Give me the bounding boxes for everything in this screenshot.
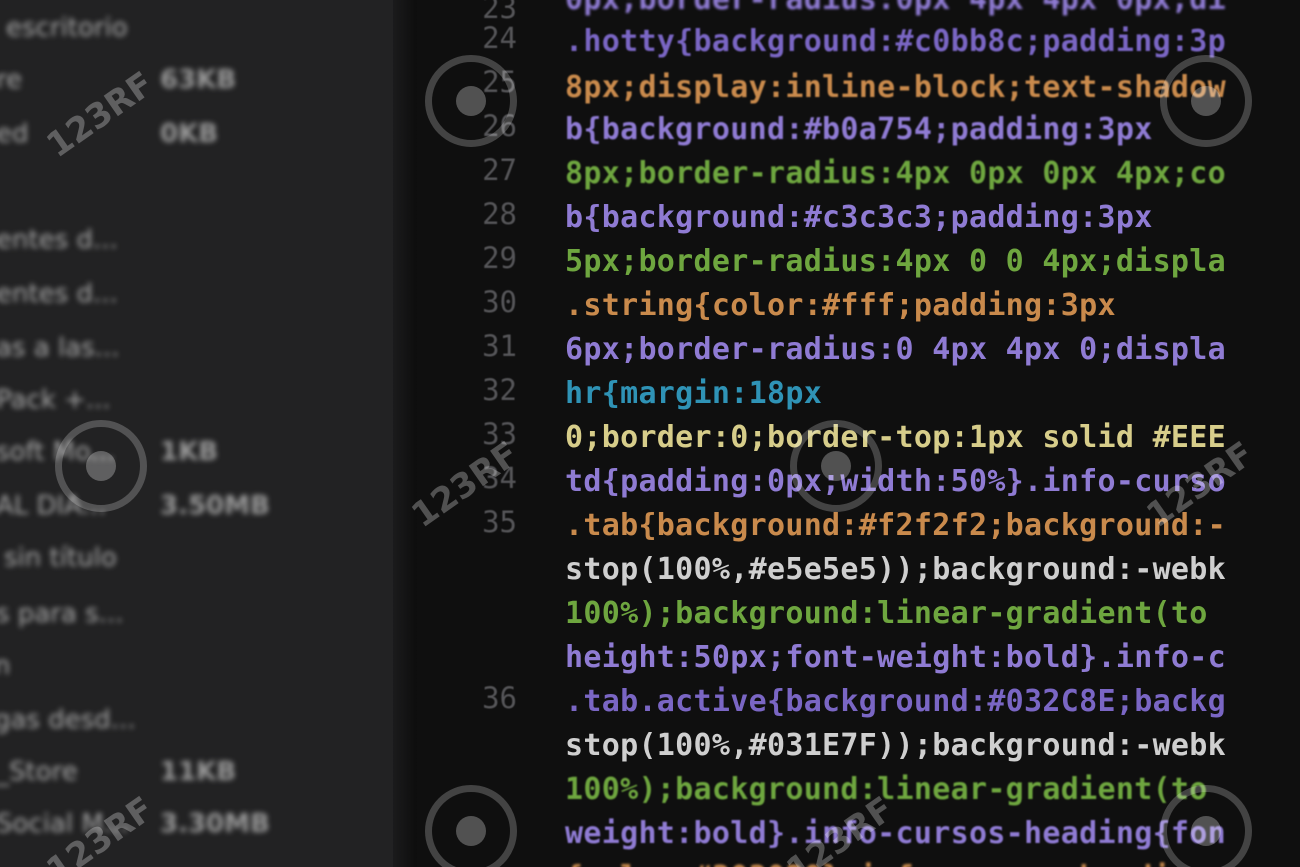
code-line: 6px;border-radius:0 4px 4px 0;displa	[565, 332, 1227, 367]
file-row[interactable]: sin título	[0, 538, 395, 578]
line-number: 24	[482, 21, 517, 55]
file-name: entes d...	[0, 279, 118, 309]
file-name: gas desd...	[0, 705, 136, 735]
file-size: 1KB	[160, 437, 219, 467]
code-line: 8px;display:inline-block;text-shadow	[565, 70, 1227, 105]
file-row[interactable]: gas desd...	[0, 700, 395, 740]
file-name: s para s...	[0, 599, 124, 629]
line-number: 29	[482, 241, 517, 275]
code-line: weight:bold}.info-cursos-heading{fon	[565, 816, 1227, 851]
file-size: 11KB	[160, 757, 237, 787]
file-row[interactable]: re 63KB	[0, 60, 395, 100]
code-line: 100%);background:linear-gradient(to	[565, 772, 1208, 807]
line-number: 31	[482, 329, 517, 363]
file-name: as a las...	[0, 333, 120, 363]
file-size: 3.50MB	[160, 491, 270, 521]
line-number: 28	[482, 197, 517, 231]
file-row[interactable]: entes d...	[0, 220, 395, 260]
code-line: b{background:#b0a754;padding:3px	[565, 112, 1153, 147]
file-name: sin título	[4, 543, 117, 573]
file-row[interactable]: as a las...	[0, 328, 395, 368]
code-line: 100%);background:linear-gradient(to	[565, 596, 1208, 631]
code-line: b{background:#c3c3c3;padding:3px	[565, 200, 1153, 235]
code-line: .tab.active{background:#032C8E;backg	[565, 684, 1227, 719]
code-line: 5px;border-radius:4px 0 0 4px;displa	[565, 244, 1227, 279]
file-sidebar: escritorio re 63KB ed 0KB entes d... ent…	[0, 0, 395, 867]
code-line: 0px;border-radius:0px 4px 4px 0px;di	[565, 0, 1226, 22]
line-number: 32	[482, 373, 517, 407]
file-name: soft Mo...	[0, 437, 116, 467]
line-number: 33	[482, 417, 517, 451]
code-line: .hotty{background:#c0bb8c;padding:3p	[565, 24, 1227, 59]
line-number: 27	[482, 153, 517, 187]
line-number: 36	[482, 681, 517, 715]
file-row[interactable]: AL DIA... 3.50MB	[0, 486, 395, 526]
code-line: height:50px;font-weight:bold}.info-c	[565, 640, 1227, 675]
file-name: AL DIA...	[0, 491, 107, 521]
code-line: 0;border:0;border-top:1px solid #EEE	[565, 420, 1227, 455]
file-row[interactable]: soft Mo... 1KB	[0, 432, 395, 472]
code-line: hr{margin:18px	[565, 376, 823, 411]
file-row[interactable]: escritorio	[0, 8, 395, 48]
line-number: 25	[482, 65, 517, 99]
code-editor[interactable]: 23 24 25 26 27 28 29 30 31 32 33 34 35 3…	[417, 0, 1300, 867]
file-name: ed	[0, 119, 29, 149]
line-number: 26	[482, 109, 517, 143]
file-name: re	[0, 65, 23, 95]
file-row[interactable]: s para s...	[0, 594, 395, 634]
code-line: .tab{background:#f2f2f2;background:-	[565, 508, 1227, 543]
file-row[interactable]: entes d...	[0, 274, 395, 314]
file-row[interactable]: _Store 11KB	[0, 752, 395, 792]
code-line: td{padding:0px;width:50%}.info-curso	[565, 464, 1227, 499]
file-row[interactable]: Social M... 3.30MB	[0, 804, 395, 844]
file-name: escritorio	[6, 13, 128, 43]
code-line: {color:#303030}.info-cursos-heading	[565, 856, 1208, 867]
file-row[interactable]: ed 0KB	[0, 114, 395, 154]
line-number: 30	[482, 285, 517, 319]
file-list: escritorio re 63KB ed 0KB entes d... ent…	[0, 0, 395, 867]
file-name: Social M...	[0, 809, 129, 839]
file-size: 0KB	[160, 119, 219, 149]
file-row[interactable]: Pack +...	[0, 380, 395, 420]
file-name: _Store	[0, 757, 78, 787]
file-name: Pack +...	[0, 385, 111, 415]
line-number: 34	[482, 461, 517, 495]
file-size: 3.30MB	[160, 809, 270, 839]
line-number: 35	[482, 505, 517, 539]
file-row[interactable]: n	[0, 646, 395, 686]
file-size: 63KB	[160, 65, 237, 95]
line-number-gutter: 23 24 25 26 27 28 29 30 31 32 33 34 35 3…	[417, 0, 532, 867]
file-name: n	[0, 651, 11, 681]
code-line: 8px;border-radius:4px 0px 0px 4px;co	[565, 156, 1227, 191]
code-area[interactable]: 0px;border-radius:0px 4px 4px 0px;di .ho…	[565, 0, 1300, 867]
code-line: .string{color:#fff;padding:3px	[565, 288, 1116, 323]
file-name: entes d...	[0, 225, 118, 255]
code-line: stop(100%,#031E7F));background:-webk	[565, 728, 1227, 763]
code-line: stop(100%,#e5e5e5));background:-webk	[565, 552, 1227, 587]
pane-divider[interactable]	[393, 0, 417, 867]
